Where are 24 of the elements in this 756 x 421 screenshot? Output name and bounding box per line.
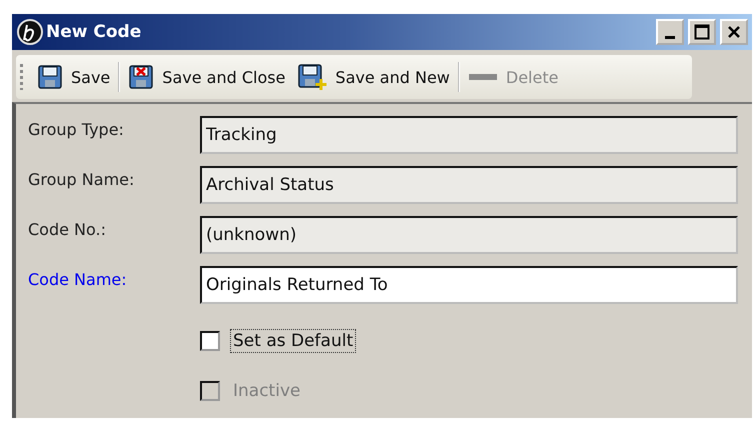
checkbox-label: Set as Default	[230, 329, 356, 353]
input-field[interactable]: Originals Returned To	[200, 266, 738, 304]
input-field[interactable]: Tracking	[200, 116, 738, 154]
close-icon	[727, 25, 741, 39]
close-button[interactable]	[720, 19, 748, 45]
floppy-disk-icon	[297, 63, 328, 91]
toolbar-button[interactable]: Save and Close	[124, 59, 290, 95]
checkbox-label: Inactive	[232, 380, 302, 403]
field-label: Code Name:	[28, 269, 128, 289]
minimize-button[interactable]	[656, 19, 684, 45]
toolbar-button[interactable]: Save and New	[293, 59, 454, 95]
field-label: Group Name:	[28, 169, 136, 189]
minimize-icon	[665, 36, 675, 38]
window-title: New Code	[46, 22, 142, 42]
maximize-icon	[694, 24, 710, 40]
checkbox[interactable]	[200, 331, 220, 351]
toolbar-button[interactable]: Save	[33, 59, 114, 95]
input-field[interactable]: (unknown)	[200, 216, 738, 254]
field-label: Code No.:	[28, 219, 107, 239]
maximize-button[interactable]	[688, 19, 716, 45]
field-label: Group Type:	[28, 119, 125, 139]
minus-icon	[468, 72, 498, 82]
input-field[interactable]: Archival Status	[200, 166, 738, 204]
logo-icon	[16, 18, 44, 46]
